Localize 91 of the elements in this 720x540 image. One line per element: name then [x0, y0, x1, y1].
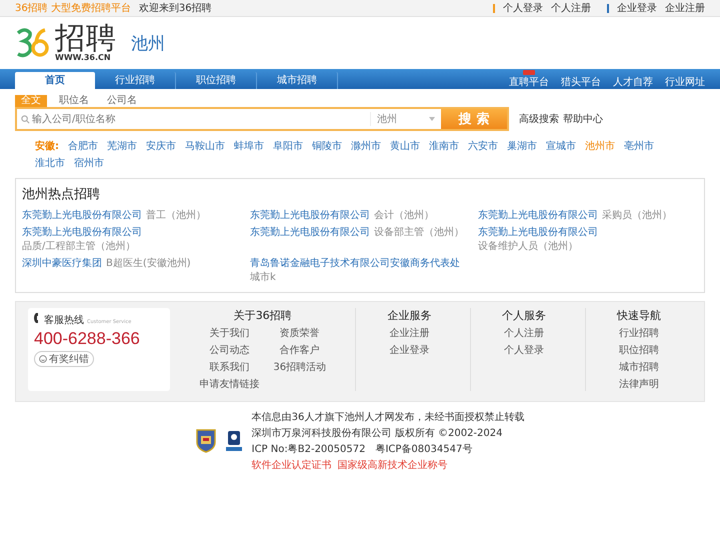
top-link[interactable]: 企业登录	[617, 1, 657, 15]
company-link[interactable]: 东莞勤上光电股份有限公司	[22, 225, 142, 239]
footer-link[interactable]: 资质荣誉	[280, 326, 320, 340]
job-title: 采购员（池州）	[602, 208, 672, 222]
footer-heading: 企业服务	[387, 308, 432, 323]
search-tab[interactable]: 公司名	[101, 95, 143, 107]
city-link[interactable]: 六安市	[468, 139, 498, 153]
footer-link[interactable]: 城市招聘	[619, 360, 660, 374]
footer-link[interactable]: 企业注册	[389, 326, 430, 340]
company-link[interactable]: 东莞勤上光电股份有限公司	[478, 208, 598, 222]
job-title: 普工（池州）	[146, 208, 206, 222]
search-icon	[21, 114, 30, 124]
nav-tab[interactable]: 行业招聘	[95, 72, 176, 89]
section-title: 池州热点招聘	[22, 186, 101, 203]
nav-tab[interactable]: 职位招聘	[176, 72, 257, 89]
footer-link[interactable]: 合作客户	[280, 343, 320, 357]
award-emblem-icon	[224, 429, 244, 453]
copyright-text: 本信息由36人才旗下池州人才网发布，未经书面授权禁止转载	[252, 410, 524, 424]
footer-link[interactable]: 申请友情链接	[199, 377, 260, 391]
certificate-link[interactable]: 软件企业认定证书	[252, 460, 332, 471]
job-title: 设备维护人员（池州）	[478, 240, 578, 253]
top-link[interactable]: 企业注册	[665, 1, 705, 15]
company-link[interactable]: 东莞勤上光电股份有限公司	[22, 208, 142, 222]
footer-link[interactable]: 36招聘活动	[273, 360, 326, 374]
city-link[interactable]: 池州市	[585, 139, 615, 153]
nav-link[interactable]: 直聘平台	[509, 70, 549, 89]
job-title: 会计（池州）	[374, 208, 434, 222]
city-link[interactable]: 阜阳市	[273, 139, 303, 153]
logo-url: WWW.36.CN	[55, 54, 112, 62]
company-link[interactable]: 东莞勤上光电股份有限公司	[250, 225, 370, 253]
search-tab[interactable]: 职位名	[53, 95, 95, 107]
footer-heading: 快速导航	[617, 308, 662, 323]
footer-heading: 关于36招聘	[234, 308, 292, 323]
city-link[interactable]: 亳州市	[624, 139, 654, 153]
copyright-text: ICP No:粤B2-20050572 粤ICP备08034547号	[252, 443, 474, 456]
city-link[interactable]: 巢湖市	[507, 139, 537, 153]
footer-link[interactable]: 职位招聘	[619, 343, 660, 357]
city-link[interactable]: 马鞍山市	[185, 139, 225, 153]
slogan-text: 36招聘 大型免费招聘平台	[15, 2, 131, 15]
hotline-label: 客服热线	[44, 314, 84, 327]
phone-number: 400-6288-366	[34, 329, 141, 349]
city-link[interactable]: 黄山市	[390, 139, 420, 153]
company-link[interactable]: 青岛鲁诺金融电子技术有限公司安徽商务代表处	[250, 256, 460, 270]
company-link[interactable]: 深圳中豪医疗集团	[22, 256, 102, 284]
footer-link[interactable]: 关于我们	[209, 326, 250, 340]
certificate-link[interactable]: 国家级高新技术企业称号	[338, 460, 448, 471]
city-link[interactable]: 蚌埠市	[234, 139, 264, 153]
logo-text: 招聘	[55, 24, 117, 54]
logo-icon	[15, 27, 51, 59]
city-link[interactable]: 铜陵市	[312, 139, 342, 153]
search-field[interactable]: 输入公司/职位名称 池州 搜 索	[15, 107, 509, 131]
top-link[interactable]: 个人登录	[503, 1, 543, 15]
copyright-text: 深圳市万泉河科技股份有限公司 版权所有 ©2002-2024	[252, 426, 504, 440]
footer-link[interactable]: 个人注册	[504, 326, 544, 340]
footer-link[interactable]: 行业招聘	[619, 326, 660, 340]
search-link[interactable]: 帮助中心	[563, 114, 603, 125]
nav-tab[interactable]: 城市招聘	[257, 72, 338, 89]
phone-icon	[34, 313, 41, 323]
shield-emblem-icon	[196, 429, 216, 453]
city-link[interactable]: 安庆市	[146, 139, 176, 153]
nav-link[interactable]: 猎头平台	[561, 70, 601, 89]
nav-link[interactable]: 行业网址	[665, 70, 705, 89]
feedback-button[interactable]: 有奖纠错	[34, 351, 94, 367]
company-link[interactable]: 东莞勤上光电股份有限公司	[250, 208, 370, 222]
job-title: 城市k	[250, 270, 276, 284]
nav-tab[interactable]: 首页	[15, 72, 95, 89]
top-link[interactable]: 个人注册	[551, 1, 591, 15]
job-title: B超医生(安徽池州)	[106, 256, 191, 271]
search-link[interactable]: 高级搜索	[519, 114, 559, 125]
city-link[interactable]: 宿州市	[74, 156, 104, 170]
caret-icon	[429, 117, 435, 121]
city-link[interactable]: 合肥市	[68, 139, 98, 153]
footer-link[interactable]: 联系我们	[209, 360, 250, 374]
province-label: 安徽:	[35, 139, 59, 153]
footer-heading: 个人服务	[502, 308, 546, 323]
city-name: 池州	[131, 32, 165, 54]
company-link[interactable]: 东莞勤上光电股份有限公司	[478, 225, 598, 239]
footer-link[interactable]: 公司动态	[209, 343, 250, 357]
job-title: 品质/工程部主管（池州）	[22, 240, 136, 253]
city-link[interactable]: 淮南市	[429, 139, 459, 153]
job-title: 设备部主管（池州）	[374, 226, 464, 240]
city-link[interactable]: 芜湖市	[107, 139, 137, 153]
nav-link[interactable]: 人才自荐	[613, 70, 653, 89]
city-link[interactable]: 淮北市	[35, 156, 65, 170]
welcome-text: 欢迎来到36招聘	[138, 2, 212, 15]
smiley-icon	[39, 355, 47, 363]
city-link[interactable]: 滁州市	[351, 139, 381, 153]
footer-link[interactable]: 个人登录	[504, 343, 544, 357]
city-link[interactable]: 宣城市	[546, 139, 576, 153]
footer-link[interactable]: 法律声明	[619, 377, 660, 391]
footer-link[interactable]: 企业登录	[389, 343, 430, 357]
